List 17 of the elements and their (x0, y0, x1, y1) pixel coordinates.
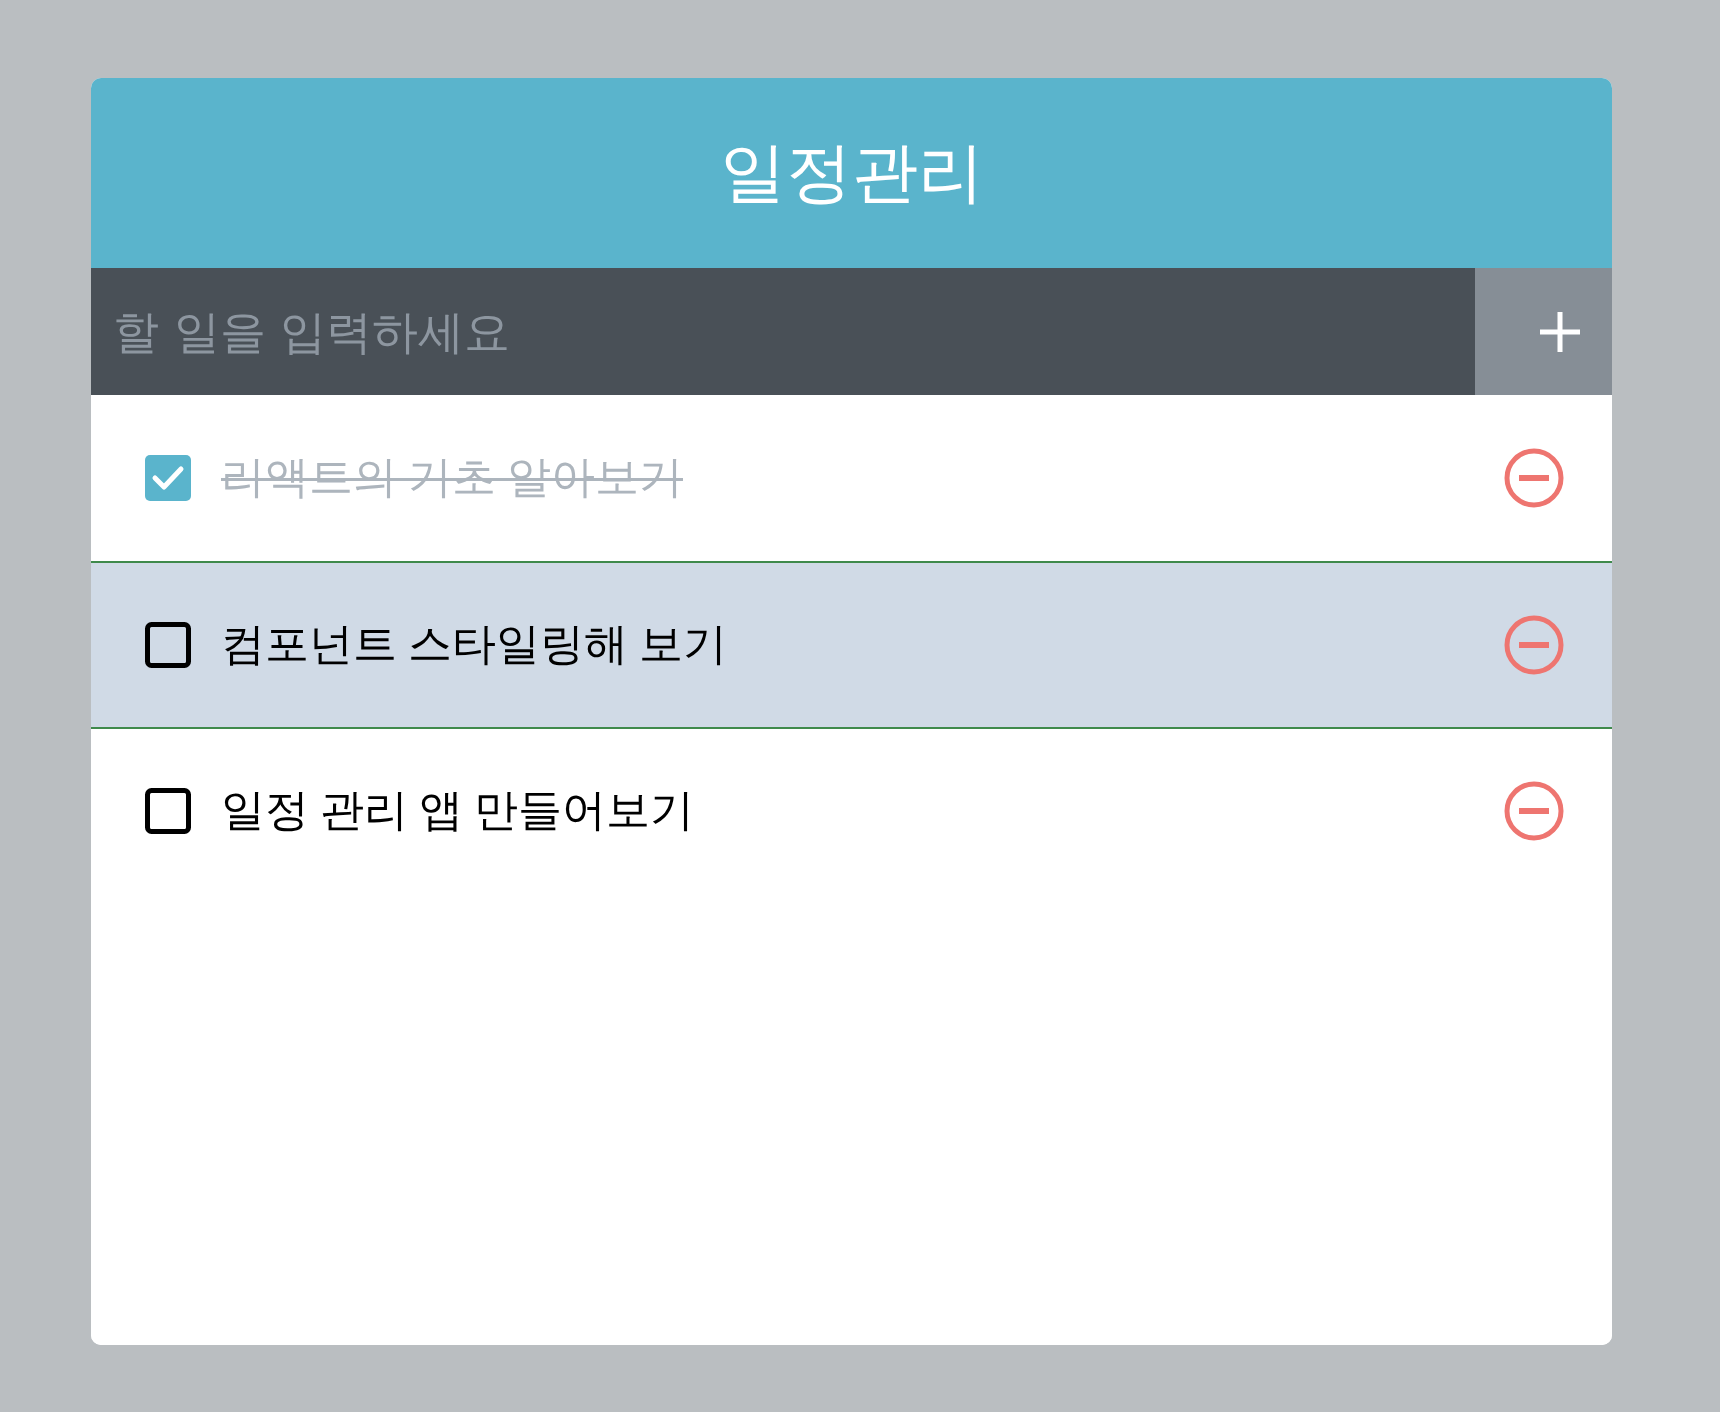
todo-text: 리액트의 기초 알아보기 (221, 451, 683, 504)
remove-button[interactable] (1504, 615, 1564, 675)
todo-item[interactable]: 컴포넌트 스타일링해 보기 (91, 561, 1612, 727)
todo-input-field[interactable]: 할 일을 입력하세요 (91, 268, 1475, 395)
todo-text: 일정 관리 앱 만들어보기 (221, 784, 694, 837)
checkbox-icon[interactable] (145, 622, 191, 668)
todo-text: 컴포넌트 스타일링해 보기 (221, 618, 727, 671)
add-button[interactable] (1475, 268, 1612, 395)
checkbox-icon[interactable] (145, 788, 191, 834)
app-title: 일정관리 (719, 135, 984, 212)
minus-circle-icon (1504, 615, 1564, 675)
remove-button[interactable] (1504, 781, 1564, 841)
checked-checkbox-icon[interactable] (145, 455, 191, 501)
minus-circle-icon (1504, 448, 1564, 508)
minus-circle-icon (1504, 781, 1564, 841)
plus-icon (1538, 309, 1582, 354)
remove-button[interactable] (1504, 448, 1564, 508)
